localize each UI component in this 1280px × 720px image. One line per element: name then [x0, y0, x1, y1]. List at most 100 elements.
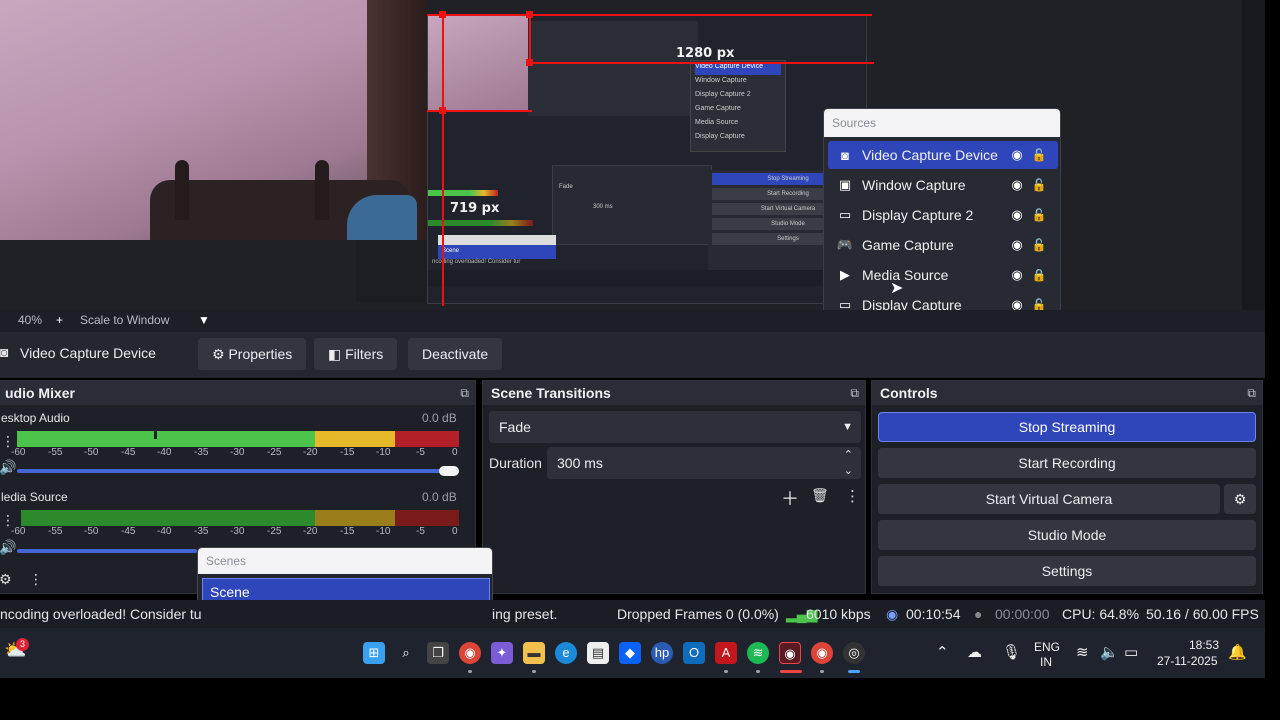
edge-icon[interactable]: e — [555, 642, 577, 664]
nested-transitions: Fade 300 ms — [552, 165, 712, 245]
handle-tl[interactable] — [439, 11, 446, 18]
camera-feed — [0, 0, 427, 240]
unlock-icon[interactable]: 🔓 — [1028, 238, 1050, 252]
volume-slider[interactable] — [17, 549, 197, 553]
volume-slider-handle[interactable] — [439, 466, 459, 476]
source-context-bar: ◙ Video Capture Device ⚙ Properties ◧ Fi… — [0, 332, 1280, 378]
eye-icon[interactable]: ◉ — [1006, 267, 1028, 283]
lock-icon[interactable]: 🔒 — [1028, 268, 1050, 282]
stream-time: 00:10:54 — [906, 606, 961, 622]
filters-button[interactable]: ◧ Filters — [314, 338, 398, 370]
stream-live-icon: ◉ — [886, 606, 899, 622]
chevron-down-icon[interactable]: ⌄ — [844, 455, 853, 487]
start-icon[interactable]: ⊞ — [363, 642, 385, 664]
more-options-icon[interactable]: ⋮ — [845, 487, 860, 505]
encoding-warning-end: ing preset. — [492, 606, 558, 622]
chrome-icon[interactable]: ◉ — [459, 642, 481, 664]
handle-mr[interactable] — [526, 59, 533, 66]
undock-icon[interactable]: ⧉ — [460, 381, 469, 405]
search-icon[interactable]: ⌕ — [395, 642, 417, 664]
onedrive-icon[interactable]: ☁ — [967, 643, 982, 661]
dropped-frames: Dropped Frames 0 (0.0%) — [617, 606, 779, 622]
chevron-up-icon[interactable]: ⌃ — [936, 643, 949, 661]
deactivate-button[interactable]: Deactivate — [408, 338, 503, 370]
trash-icon[interactable]: 🗑 — [811, 487, 829, 504]
outlook-icon[interactable]: O — [683, 642, 705, 664]
zoom-level[interactable]: 40% — [18, 313, 42, 327]
preview-canvas[interactable]: Video Capture Device Window Capture Disp… — [0, 0, 1280, 310]
channel-name: ledia Source — [1, 490, 68, 504]
unlock-icon[interactable]: 🔓 — [1028, 208, 1050, 222]
language-top[interactable]: ENG — [1034, 640, 1060, 654]
properties-button[interactable]: ⚙ Properties — [198, 338, 307, 370]
transition-select[interactable]: Fade ▼ — [489, 411, 861, 443]
virtual-camera-settings-button[interactable]: ⚙ — [1224, 484, 1256, 514]
handle-tm[interactable] — [526, 11, 533, 18]
acrobat-icon[interactable]: A — [715, 642, 737, 664]
chevron-down-icon[interactable]: ▼ — [198, 313, 210, 327]
eye-icon[interactable]: ◉ — [1006, 147, 1028, 163]
clock-time[interactable]: 18:53 — [1189, 638, 1219, 652]
source-item-media-source[interactable]: ▶ Media Source ◉ 🔒 — [828, 261, 1058, 289]
status-bar: ncoding overloaded! Consider tu ing pres… — [0, 600, 1265, 628]
source-item-display-capture-2[interactable]: ▭ Display Capture 2 ◉ 🔓 — [828, 201, 1058, 229]
scene-transitions-title: Scene Transitions ⧉ — [483, 381, 865, 405]
monitor-icon: ▭ — [838, 207, 852, 222]
duration-input[interactable]: 300 ms ⌃ ⌄ — [547, 447, 861, 479]
battery-icon[interactable]: ▭ — [1124, 643, 1138, 661]
obs-studio-icon[interactable]: ◎ — [843, 642, 865, 664]
eye-icon[interactable]: ◉ — [1006, 237, 1028, 253]
record-time: 00:00:00 — [995, 606, 1050, 622]
hp-icon[interactable]: hp — [651, 642, 673, 664]
volume-icon[interactable]: 🔈 — [1100, 643, 1119, 661]
wifi-icon[interactable]: ≋ — [1076, 643, 1089, 661]
source-item-video-capture[interactable]: ◙ Video Capture Device ◉ 🔓 — [828, 141, 1058, 169]
duration-label: Duration — [489, 455, 542, 471]
microphone-icon[interactable]: 🎙 — [1002, 643, 1021, 661]
controls-dock: Controls ⧉ Stop Streaming Start Recordin… — [871, 380, 1263, 594]
zoom-in-button[interactable]: + — [56, 313, 63, 327]
window-icon: ▣ — [838, 177, 852, 192]
unlock-icon[interactable]: 🔓 — [1028, 148, 1050, 162]
source-item-window-capture[interactable]: ▣ Window Capture ◉ 🔓 — [828, 171, 1058, 199]
chrome-profile-icon[interactable]: ◉ — [811, 642, 833, 664]
more-options-icon[interactable]: ⋮ — [29, 571, 43, 588]
settings-button[interactable]: Settings — [878, 556, 1256, 586]
clock-date[interactable]: 27-11-2025 — [1157, 654, 1218, 668]
eye-icon[interactable]: ◉ — [1006, 177, 1028, 193]
scale-mode-label[interactable]: Scale to Window — [80, 313, 169, 327]
eye-icon[interactable]: ◉ — [1006, 207, 1028, 223]
undock-icon[interactable]: ⧉ — [1247, 381, 1256, 405]
source-item-game-capture[interactable]: 🎮 Game Capture ◉ 🔓 — [828, 231, 1058, 259]
speaker-icon[interactable]: 🔊 — [0, 539, 16, 556]
nested-scenes: Scene — [438, 235, 556, 259]
spotify-icon[interactable]: ≋ — [747, 642, 769, 664]
current-source-name: Video Capture Device — [20, 345, 156, 361]
handle-ml[interactable] — [439, 107, 446, 114]
stop-streaming-button[interactable]: Stop Streaming — [878, 412, 1256, 442]
copilot-icon[interactable]: ✦ — [491, 642, 513, 664]
cpu-usage: CPU: 64.8% — [1062, 606, 1140, 622]
start-virtual-camera-button[interactable]: Start Virtual Camera — [878, 484, 1220, 514]
dropbox-icon[interactable]: ◆ — [619, 642, 641, 664]
source-label: Video Capture Device — [862, 147, 998, 163]
store-icon[interactable]: ▤ — [587, 642, 609, 664]
undock-icon[interactable]: ⧉ — [850, 381, 859, 405]
add-icon[interactable]: ＋ — [781, 485, 799, 511]
gear-icon[interactable]: ⚙ — [0, 571, 12, 588]
language-bottom[interactable]: IN — [1040, 655, 1052, 669]
source-label: Media Source — [862, 267, 949, 283]
obs-record-icon[interactable]: ◉ — [779, 642, 801, 664]
studio-mode-button[interactable]: Studio Mode — [878, 520, 1256, 550]
notification-bell-icon[interactable]: 🔔 — [1228, 643, 1247, 661]
start-recording-button[interactable]: Start Recording — [878, 448, 1256, 478]
unlock-icon[interactable]: 🔓 — [1028, 178, 1050, 192]
play-icon: ▶ — [840, 267, 850, 282]
gear-icon: ⚙ — [1233, 491, 1247, 507]
file-explorer-icon[interactable]: ▬ — [523, 642, 545, 664]
volume-meter — [17, 431, 459, 447]
volume-slider[interactable] — [17, 469, 447, 473]
speaker-icon[interactable]: 🔊 — [0, 459, 16, 476]
source-type-icon: ◙ — [0, 344, 9, 360]
task-view-icon[interactable]: ❐ — [427, 642, 449, 664]
